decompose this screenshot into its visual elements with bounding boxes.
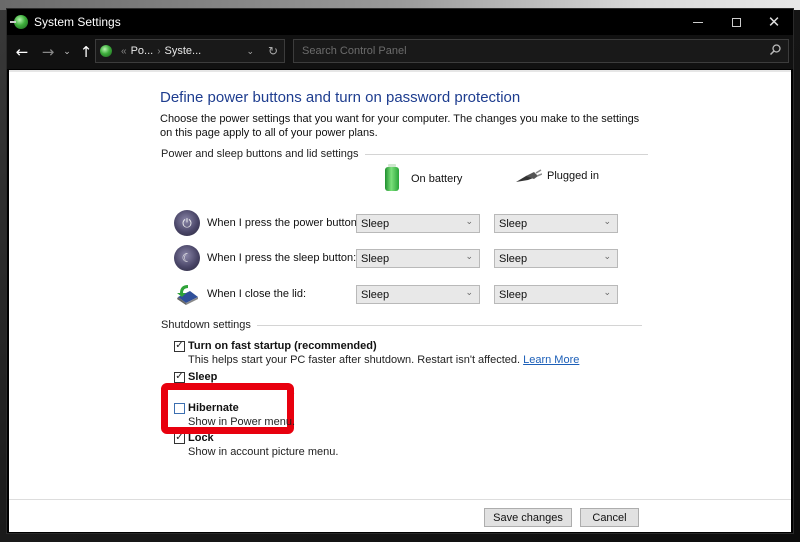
shutdown-group-label: Shutdown settings: [161, 319, 642, 331]
sleep-button-label: When I press the sleep button:: [207, 252, 357, 264]
close-lid-row: When I close the lid:: [174, 280, 306, 308]
breadcrumb-separator-icon: ›: [157, 45, 161, 57]
maximize-icon: [731, 17, 741, 27]
control-panel-icon: [100, 45, 112, 57]
fast-startup-checkbox[interactable]: ✓: [174, 340, 185, 352]
back-arrow-icon: ←: [15, 43, 29, 61]
close-lid-on-battery-select[interactable]: Sleep ⌄: [356, 285, 480, 304]
power-button-plugged-in-select[interactable]: Sleep ⌄: [494, 214, 618, 233]
address-bar[interactable]: « Po... › Syste... ⌄ ↻: [95, 39, 285, 63]
footer-divider: [9, 499, 791, 500]
chevron-down-icon: ⌄: [603, 288, 611, 298]
learn-more-link[interactable]: Learn More: [523, 354, 579, 366]
power-button-icon: ⏻: [174, 210, 200, 236]
power-button-on-battery-select[interactable]: Sleep ⌄: [356, 214, 480, 233]
navigation-bar: ← → ⌄ ↑ « Po... › Syste... ⌄ ↻: [7, 35, 793, 69]
forward-button[interactable]: →: [37, 43, 59, 61]
plugged-in-label: Plugged in: [547, 170, 599, 182]
sleep-button-plugged-in-select[interactable]: Sleep ⌄: [494, 249, 618, 268]
select-value: Sleep: [499, 217, 528, 230]
back-button[interactable]: ←: [11, 43, 33, 61]
fast-startup-label[interactable]: Turn on fast startup (recommended): [188, 340, 377, 352]
hibernate-label[interactable]: Hibernate: [188, 402, 239, 414]
laptop-lid-icon: [177, 285, 198, 305]
hibernate-option: Hibernate Show in Power menu.: [174, 402, 295, 428]
close-button[interactable]: ✕: [755, 9, 793, 35]
power-buttons-group-title: Power and sleep buttons and lid settings: [161, 148, 359, 160]
system-settings-window: System Settings ✕ ← → ⌄ ↑ « Po... › Syst…: [6, 8, 794, 534]
forward-arrow-icon: →: [41, 43, 55, 61]
search-icon[interactable]: [768, 43, 782, 57]
select-value: Sleep: [499, 288, 528, 301]
on-battery-label: On battery: [411, 173, 463, 185]
sleep-checkbox[interactable]: ✓: [174, 371, 185, 383]
select-value: Sleep: [499, 252, 528, 265]
maximize-button[interactable]: [717, 9, 755, 35]
minimize-icon: [693, 21, 703, 23]
close-lid-plugged-in-select[interactable]: Sleep ⌄: [494, 285, 618, 304]
group-divider: [364, 153, 648, 155]
window-title: System Settings: [34, 15, 121, 29]
battery-icon: [385, 164, 399, 191]
hibernate-description: Show in Power menu.: [188, 416, 295, 428]
close-lid-label: When I close the lid:: [207, 288, 307, 300]
chevron-down-icon: ⌄: [465, 217, 473, 227]
shutdown-group-title: Shutdown settings: [161, 319, 251, 331]
save-changes-button[interactable]: Save changes: [484, 508, 572, 527]
group-divider: [256, 324, 642, 326]
up-arrow-icon: ↑: [79, 43, 93, 61]
lock-checkbox[interactable]: ✓: [174, 432, 185, 444]
power-button-row: ⏻ When I press the power button:: [174, 209, 360, 237]
breadcrumb-power-options[interactable]: Po...: [131, 45, 154, 57]
page-title: Define power buttons and turn on passwor…: [160, 89, 521, 106]
search-input[interactable]: [294, 45, 754, 57]
select-value: Sleep: [361, 252, 390, 265]
close-icon: ✕: [767, 13, 781, 31]
sleep-button-icon: ☾: [174, 245, 200, 271]
control-panel-app-icon: [10, 15, 28, 29]
recent-locations-button[interactable]: ⌄: [59, 47, 75, 57]
chevron-down-icon: ⌄: [603, 217, 611, 227]
up-button[interactable]: ↑: [75, 43, 97, 61]
sleep-label[interactable]: Sleep: [188, 371, 217, 383]
fast-startup-desc-text: This helps start your PC faster after sh…: [188, 354, 521, 366]
breadcrumb-overflow-icon[interactable]: «: [121, 46, 127, 57]
select-value: Sleep: [361, 288, 390, 301]
breadcrumb-system-settings[interactable]: Syste...: [165, 45, 202, 57]
chevron-down-icon: ⌄: [63, 47, 71, 57]
select-value: Sleep: [361, 217, 390, 230]
fast-startup-description: This helps start your PC faster after sh…: [188, 354, 579, 366]
address-dropdown-icon[interactable]: ⌄: [246, 46, 254, 57]
refresh-icon[interactable]: ↻: [268, 44, 278, 58]
power-buttons-group-label: Power and sleep buttons and lid settings: [161, 148, 648, 160]
sleep-button-on-battery-select[interactable]: Sleep ⌄: [356, 249, 480, 268]
fast-startup-option: ✓ Turn on fast startup (recommended) Thi…: [174, 340, 579, 366]
lock-option: ✓ Lock Show in account picture menu.: [174, 432, 338, 458]
content-pane: Define power buttons and turn on passwor…: [9, 70, 791, 532]
column-header-on-battery: On battery: [385, 164, 463, 191]
plug-icon: [516, 169, 542, 182]
column-header-plugged-in: Plugged in: [514, 167, 599, 185]
chevron-down-icon: ⌄: [465, 252, 473, 262]
hibernate-checkbox[interactable]: [174, 402, 185, 414]
sleep-button-row: ☾ When I press the sleep button:: [174, 244, 356, 272]
window-controls: ✕: [679, 9, 793, 35]
lock-description: Show in account picture menu.: [188, 446, 339, 458]
chevron-down-icon: ⌄: [465, 288, 473, 298]
power-button-label: When I press the power button:: [207, 217, 360, 229]
cancel-button[interactable]: Cancel: [580, 508, 639, 527]
minimize-button[interactable]: [679, 9, 717, 35]
search-box: [293, 39, 789, 63]
page-description: Choose the power settings that you want …: [160, 113, 640, 139]
title-bar: System Settings ✕: [7, 9, 793, 35]
chevron-down-icon: ⌄: [603, 252, 611, 262]
